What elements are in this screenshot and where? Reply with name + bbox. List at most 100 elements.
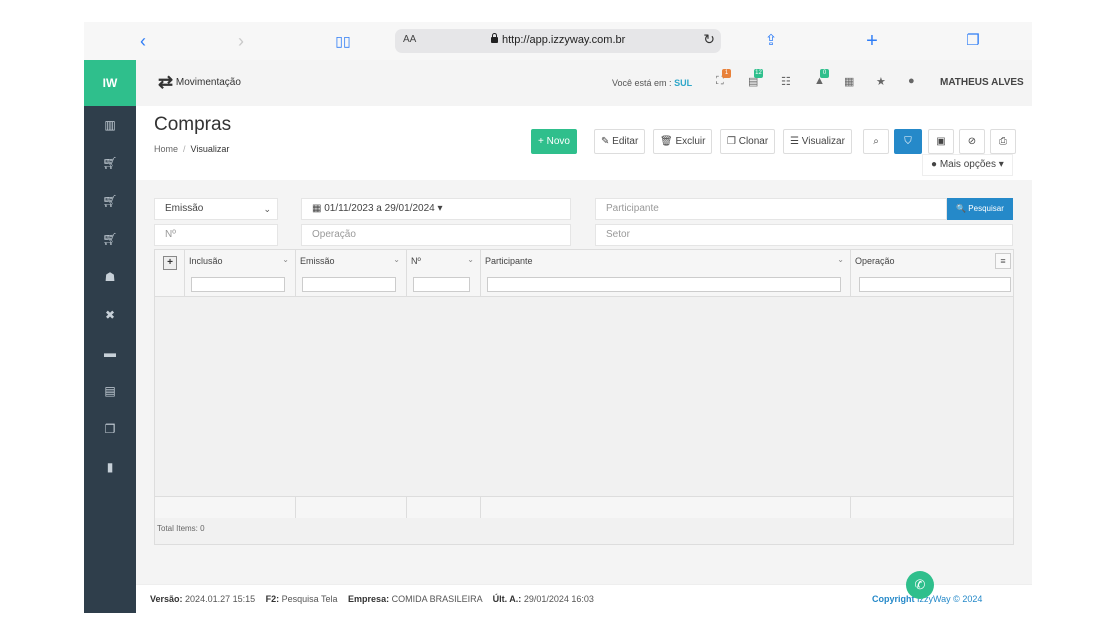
date-range-picker[interactable]: ▦ 01/11/2023 a 29/01/2024 ▾ — [301, 198, 571, 220]
url-value: http://app.izzyway.com.br — [502, 34, 626, 46]
versao-value: 2024.01.27 15:15 — [185, 594, 256, 604]
location-label: Você está em : — [612, 78, 672, 88]
back-icon[interactable]: ‹ — [132, 30, 154, 52]
expand-column: + — [155, 250, 185, 296]
print-icon[interactable]: ⎙ — [990, 129, 1016, 154]
copy-icon[interactable]: ❐ — [84, 410, 136, 448]
app-window: IW ▥ 🛒︎ 🛒︎ 🛒︎ ☗ ✖ ▬ ▤ ❐ ▮ ⇄ Movimentação… — [84, 60, 1032, 613]
app-logo[interactable]: IW — [84, 60, 136, 106]
operacao-filter-input[interactable] — [859, 277, 1011, 292]
empresa-label: Empresa: — [348, 594, 390, 604]
calendar-icon[interactable]: ▦ — [844, 75, 854, 88]
section-title[interactable]: ⇄ Movimentação — [158, 72, 241, 93]
list-icon[interactable]: ☷ — [781, 75, 791, 88]
column-label: Participante — [485, 256, 533, 266]
list-icon[interactable]: ▤ — [84, 372, 136, 410]
reload-icon[interactable]: ↻ — [703, 31, 715, 48]
date-type-select[interactable]: Emissão ⌄ — [154, 198, 278, 220]
participante-filter-input[interactable] — [487, 277, 841, 292]
browser-toolbar: ‹ › ▯▯ AA http://app.izzyway.com.br ↻ ⇪ … — [84, 22, 1032, 60]
expand-all-button[interactable]: + — [163, 256, 177, 270]
data-grid: + Inclusão ⌄ Emissão ⌄ Nº ⌄ Participante ⌄ — [154, 249, 1014, 545]
column-label: Emissão — [300, 256, 335, 266]
operacao-input[interactable]: Operação — [301, 224, 571, 246]
versao-label: Versão: — [150, 594, 183, 604]
cart-icon[interactable]: 🛒︎ — [84, 182, 136, 220]
chevron-down-icon[interactable]: ⌄ — [467, 255, 474, 264]
address-bar[interactable]: AA http://app.izzyway.com.br ↻ — [395, 29, 721, 53]
inclusao-filter-input[interactable] — [191, 277, 285, 292]
excluir-button[interactable]: 🗑 Excluir — [653, 129, 713, 154]
column-inclusao[interactable]: Inclusão ⌄ — [185, 250, 296, 296]
users-icon[interactable]: ☗ — [84, 258, 136, 296]
location: Você está em : SUL — [612, 78, 692, 88]
novo-button[interactable]: + Novo — [531, 129, 577, 154]
book-badge: 12 — [754, 69, 763, 78]
column-numero[interactable]: Nº ⌄ — [407, 250, 481, 296]
column-menu-icon[interactable]: ≡ — [995, 253, 1011, 269]
column-operacao[interactable]: Operação ≡ — [851, 250, 1013, 296]
editar-button[interactable]: ✎ Editar — [594, 129, 646, 154]
copyright-label: Copyright — [872, 594, 915, 604]
date-type-value: Emissão — [165, 203, 204, 214]
bell-badge: 0 — [820, 69, 829, 78]
sitemap-icon[interactable]: ⛶ 1 — [716, 69, 731, 88]
sitemap-badge: 1 — [722, 69, 731, 78]
column-participante[interactable]: Participante ⌄ — [481, 250, 851, 296]
help-icon[interactable]: ● — [908, 75, 915, 87]
reader-aa[interactable]: AA — [403, 34, 416, 45]
pesquisar-button[interactable]: 🔍 Pesquisar — [947, 198, 1013, 220]
card-icon[interactable]: ▬ — [84, 334, 136, 372]
chevron-down-icon[interactable]: ⌄ — [282, 255, 289, 264]
column-label: Operação — [855, 256, 895, 266]
filter-icon[interactable]: ⛉ — [894, 129, 922, 154]
status-footer: Versão: 2024.01.27 15:15 F2: Pesquisa Te… — [136, 584, 1032, 613]
total-items: Total Items: 0 — [157, 524, 205, 533]
breadcrumb-home[interactable]: Home — [154, 144, 178, 154]
star-icon[interactable]: ★ — [876, 75, 886, 88]
grid-body — [155, 296, 1013, 496]
page-title: Compras — [154, 114, 232, 135]
share-icon[interactable]: ⇪ — [760, 30, 782, 52]
camera-icon[interactable]: ▣ — [928, 129, 954, 154]
chat-icon[interactable]: ✆ — [906, 571, 934, 599]
numero-input[interactable]: Nº — [154, 224, 278, 246]
clonar-button[interactable]: ❐ Clonar — [720, 129, 776, 154]
footer-cell — [407, 496, 481, 518]
breadcrumb: Home / Visualizar — [154, 144, 230, 154]
emissao-filter-input[interactable] — [302, 277, 396, 292]
tabs-icon[interactable]: ❐ — [962, 30, 984, 52]
mais-opcoes-dropdown[interactable]: ● Mais opções ▾ — [922, 154, 1013, 176]
document-icon[interactable]: ▮ — [84, 448, 136, 486]
section-label: Movimentação — [175, 77, 241, 89]
footer-cell — [155, 496, 296, 518]
column-label: Nº — [411, 256, 421, 266]
page-header: Compras Home / Visualizar + Novo ✎ Editar … — [136, 106, 1032, 180]
chart-icon[interactable]: ▥ — [84, 106, 136, 144]
empresa-value: COMIDA BRASILEIRA — [391, 594, 483, 604]
chevron-down-icon: ⌄ — [263, 204, 271, 214]
search-icon[interactable]: ⌕ — [863, 129, 889, 154]
visualizar-button[interactable]: ☰ Visualizar — [783, 129, 852, 154]
chevron-down-icon[interactable]: ⌄ — [393, 255, 400, 264]
column-emissao[interactable]: Emissão ⌄ — [296, 250, 407, 296]
book-icon[interactable]: ▯▯ — [332, 30, 354, 52]
tools-icon[interactable]: ✖ — [84, 296, 136, 334]
forward-icon[interactable]: › — [230, 30, 252, 52]
book-icon[interactable]: ▤ 12 — [748, 69, 763, 88]
setor-input[interactable]: Setor — [595, 224, 1013, 246]
chevron-down-icon[interactable]: ⌄ — [837, 255, 844, 264]
url-text: http://app.izzyway.com.br — [491, 33, 626, 46]
location-value[interactable]: SUL — [674, 78, 692, 88]
participante-input[interactable]: Participante — [595, 198, 947, 220]
footer-cell — [851, 496, 1013, 518]
main-content: Compras Home / Visualizar + Novo ✎ Editar … — [136, 106, 1032, 584]
plus-icon[interactable]: + — [861, 30, 883, 52]
numero-filter-input[interactable] — [413, 277, 470, 292]
attachment-icon[interactable]: ⊘ — [959, 129, 985, 154]
user-name[interactable]: MATHEUS ALVES — [940, 77, 1024, 88]
f2-label: F2: — [265, 594, 280, 604]
bell-icon[interactable]: ▲ 0 — [814, 69, 829, 87]
cart-icon[interactable]: 🛒︎ — [84, 220, 136, 258]
cart-icon[interactable]: 🛒︎ — [84, 144, 136, 182]
